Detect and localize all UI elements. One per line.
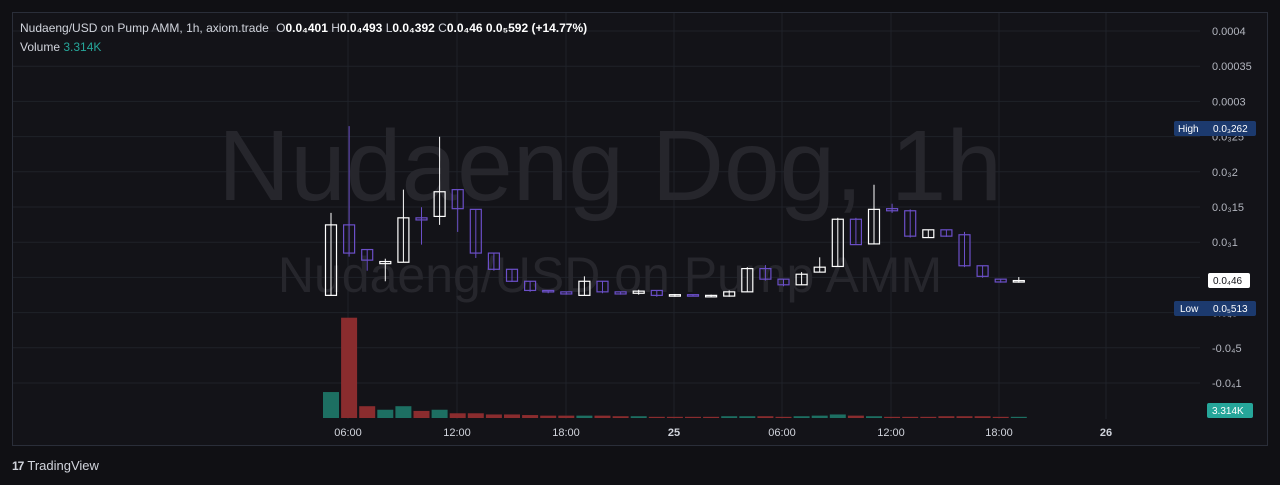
volume-bar [847,415,864,418]
volume-bar [956,416,973,418]
footer[interactable]: 17 TradingView [12,458,99,473]
volume-bar [866,416,882,418]
time-axis-label: 06:00 [334,427,362,439]
volume-bar [685,416,701,418]
volume-bar [467,413,484,418]
volume-bar [902,416,919,418]
watermark-title: Nudaeng Dog, 1h [218,110,1002,222]
price-axis: 0.00040.000350.00030.0₃250.0₃20.0₃150.0₃… [1212,26,1252,390]
price-axis-label: 0.00035 [1212,61,1252,73]
price-axis-label: 0.0₃2 [1212,167,1238,179]
time-axis-label: 12:00 [877,427,905,439]
time-axis-label: 06:00 [768,427,796,439]
volume-bar [703,416,720,418]
volume-bar [485,414,502,418]
volume-bar [757,416,774,418]
high-label-legend: H [331,21,340,35]
volume-label: Volume [20,40,61,54]
volume-bar [775,416,792,418]
volume-bar [594,415,611,418]
price-axis-label: -0.0₄1 [1212,378,1242,390]
volume-bar [938,416,955,418]
low-value: 0.0₅513 [1213,304,1248,315]
volume-bar [630,416,647,418]
volume-bar [540,415,557,418]
low-value-legend: 0.0₄392 [392,21,435,35]
volume-bar [974,416,991,418]
volume-value: 3.314K [63,40,102,54]
time-axis-label: 18:00 [985,427,1013,439]
volume-bar [576,415,593,418]
close-value-legend: 0.0₄46 [446,21,483,35]
volume-bar [504,414,520,418]
time-axis-label: 26 [1100,427,1112,439]
volume-bar [431,409,448,418]
volume-bar [359,406,376,418]
volume-bar [721,416,738,418]
price-axis-label: -0.0₄5 [1212,343,1242,355]
price-axis-label: 0.0₃15 [1212,202,1244,214]
change-value: 0.0₅592 (+14.77%) [485,21,588,35]
volume-bar [323,392,339,418]
volume-bar [341,317,358,418]
volume-bar [666,416,683,418]
high-value-legend: 0.0₄493 [339,21,383,35]
candlestick-chart[interactable]: Nudaeng Dog, 1h Nudaeng/USD on Pump AMM … [0,0,1280,485]
volume-bar [395,406,412,418]
volume-bar [612,416,629,418]
volume-bar [558,415,575,418]
open-value: 0.0₄401 [285,21,328,35]
volume-bar [413,410,430,418]
high-label: High [1178,124,1199,135]
time-axis-label: 25 [668,427,680,439]
volume-bar [829,414,846,418]
volume-bar [1010,416,1027,418]
volume-bar [793,416,810,418]
volume-badge-value: 3.314K [1212,406,1244,417]
volume-bars [323,317,1027,418]
close-label-legend: C [438,21,447,35]
watermark-subtitle: Nudaeng/USD on Pump AMM [278,247,942,303]
time-axis: 06:00 12:00 18:00 25 06:00 12:00 18:00 26 [334,427,1112,439]
low-label: Low [1180,304,1199,315]
volume-legend: Volume 3.314K [20,40,101,54]
ohlc-legend: Nudaeng/USD on Pump AMM, 1h, axiom.trade… [20,21,587,35]
volume-bar [811,415,828,418]
time-axis-label: 12:00 [443,427,471,439]
volume-bar [648,416,665,418]
volume-bar [377,409,394,418]
price-axis-label: 0.0003 [1212,96,1246,108]
price-axis-label: 0.0004 [1212,26,1246,38]
volume-bar [920,416,937,418]
volume-bar [449,413,466,418]
pair-label: Nudaeng/USD on Pump AMM, 1h, axiom.trade [20,21,269,35]
tradingview-brand: TradingView [27,458,99,473]
volume-bar [522,415,539,418]
time-axis-label: 18:00 [552,427,580,439]
volume-bar [739,416,756,418]
volume-bar [884,416,901,418]
high-value: 0.0₃262 [1213,124,1248,135]
price-axis-label: 0.0₃1 [1212,237,1238,249]
current-price-value: 0.0₄46 [1213,276,1243,287]
volume-bar [992,416,1009,418]
tradingview-logo-icon: 17 [12,458,24,473]
